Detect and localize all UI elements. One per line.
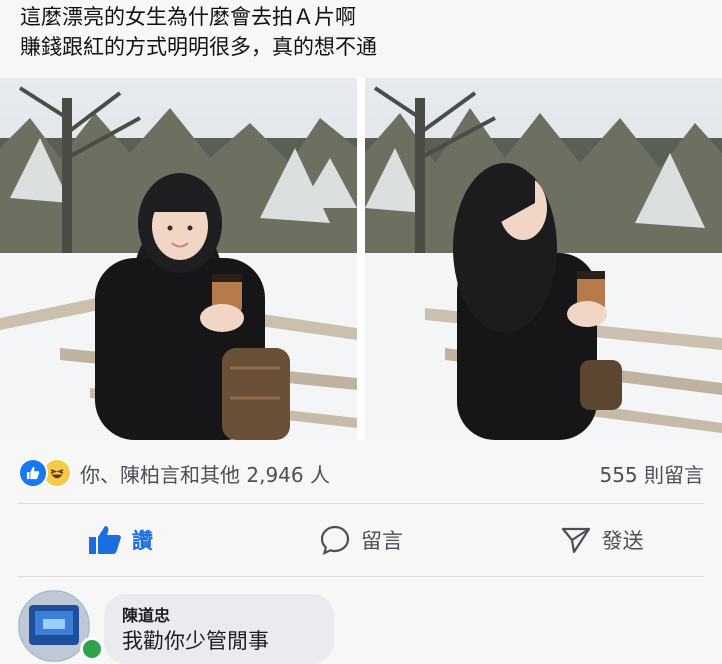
comment-item: 陳道忠 我勸你少管閒事 [18, 590, 334, 664]
like-label: 讚 [131, 529, 153, 553]
divider [18, 503, 704, 504]
avatar [18, 590, 90, 662]
comment-bubble: 陳道忠 我勸你少管閒事 [104, 594, 334, 664]
comment-button[interactable]: 留言 [241, 524, 482, 556]
reaction-icons [18, 458, 72, 488]
snow-park-woman-smiling-image [0, 78, 357, 440]
snow-park-woman-profile-image [365, 78, 722, 440]
photo-left[interactable] [0, 78, 357, 440]
online-status-icon [80, 637, 104, 661]
avatar-wrapper[interactable] [18, 590, 104, 664]
share-label: 發送 [601, 529, 644, 553]
post-text: 這麼漂亮的女生為什麼會去拍Ａ片啊 賺錢跟紅的方式明明很多，真的想不通 [20, 2, 377, 62]
reaction-summary-group[interactable]: 你、陳柏言和其他 2,946 人 [18, 458, 330, 488]
divider [18, 576, 704, 577]
reactions-bar: 你、陳柏言和其他 2,946 人 555 則留言 [18, 455, 704, 491]
photo-right[interactable] [365, 78, 722, 440]
post-actions: 讚 留言 發送 [0, 510, 722, 570]
comment-bubble-icon [320, 525, 350, 555]
share-button[interactable]: 發送 [481, 524, 722, 556]
thumbs-up-icon [88, 526, 121, 554]
photo-gallery [0, 78, 722, 440]
comment-label: 留言 [361, 529, 403, 553]
like-icon [18, 458, 48, 488]
comment-author[interactable]: 陳道忠 [122, 606, 316, 626]
reaction-summary-text: 你、陳柏言和其他 2,946 人 [80, 462, 330, 487]
like-button[interactable]: 讚 [0, 525, 241, 555]
post-text-line-2: 賺錢跟紅的方式明明很多，真的想不通 [20, 35, 377, 59]
comment-text: 我勸你少管閒事 [122, 629, 269, 653]
send-icon [561, 527, 590, 554]
comment-count-link[interactable]: 555 則留言 [599, 459, 704, 488]
post-text-line-1: 這麼漂亮的女生為什麼會去拍Ａ片啊 [20, 5, 356, 29]
